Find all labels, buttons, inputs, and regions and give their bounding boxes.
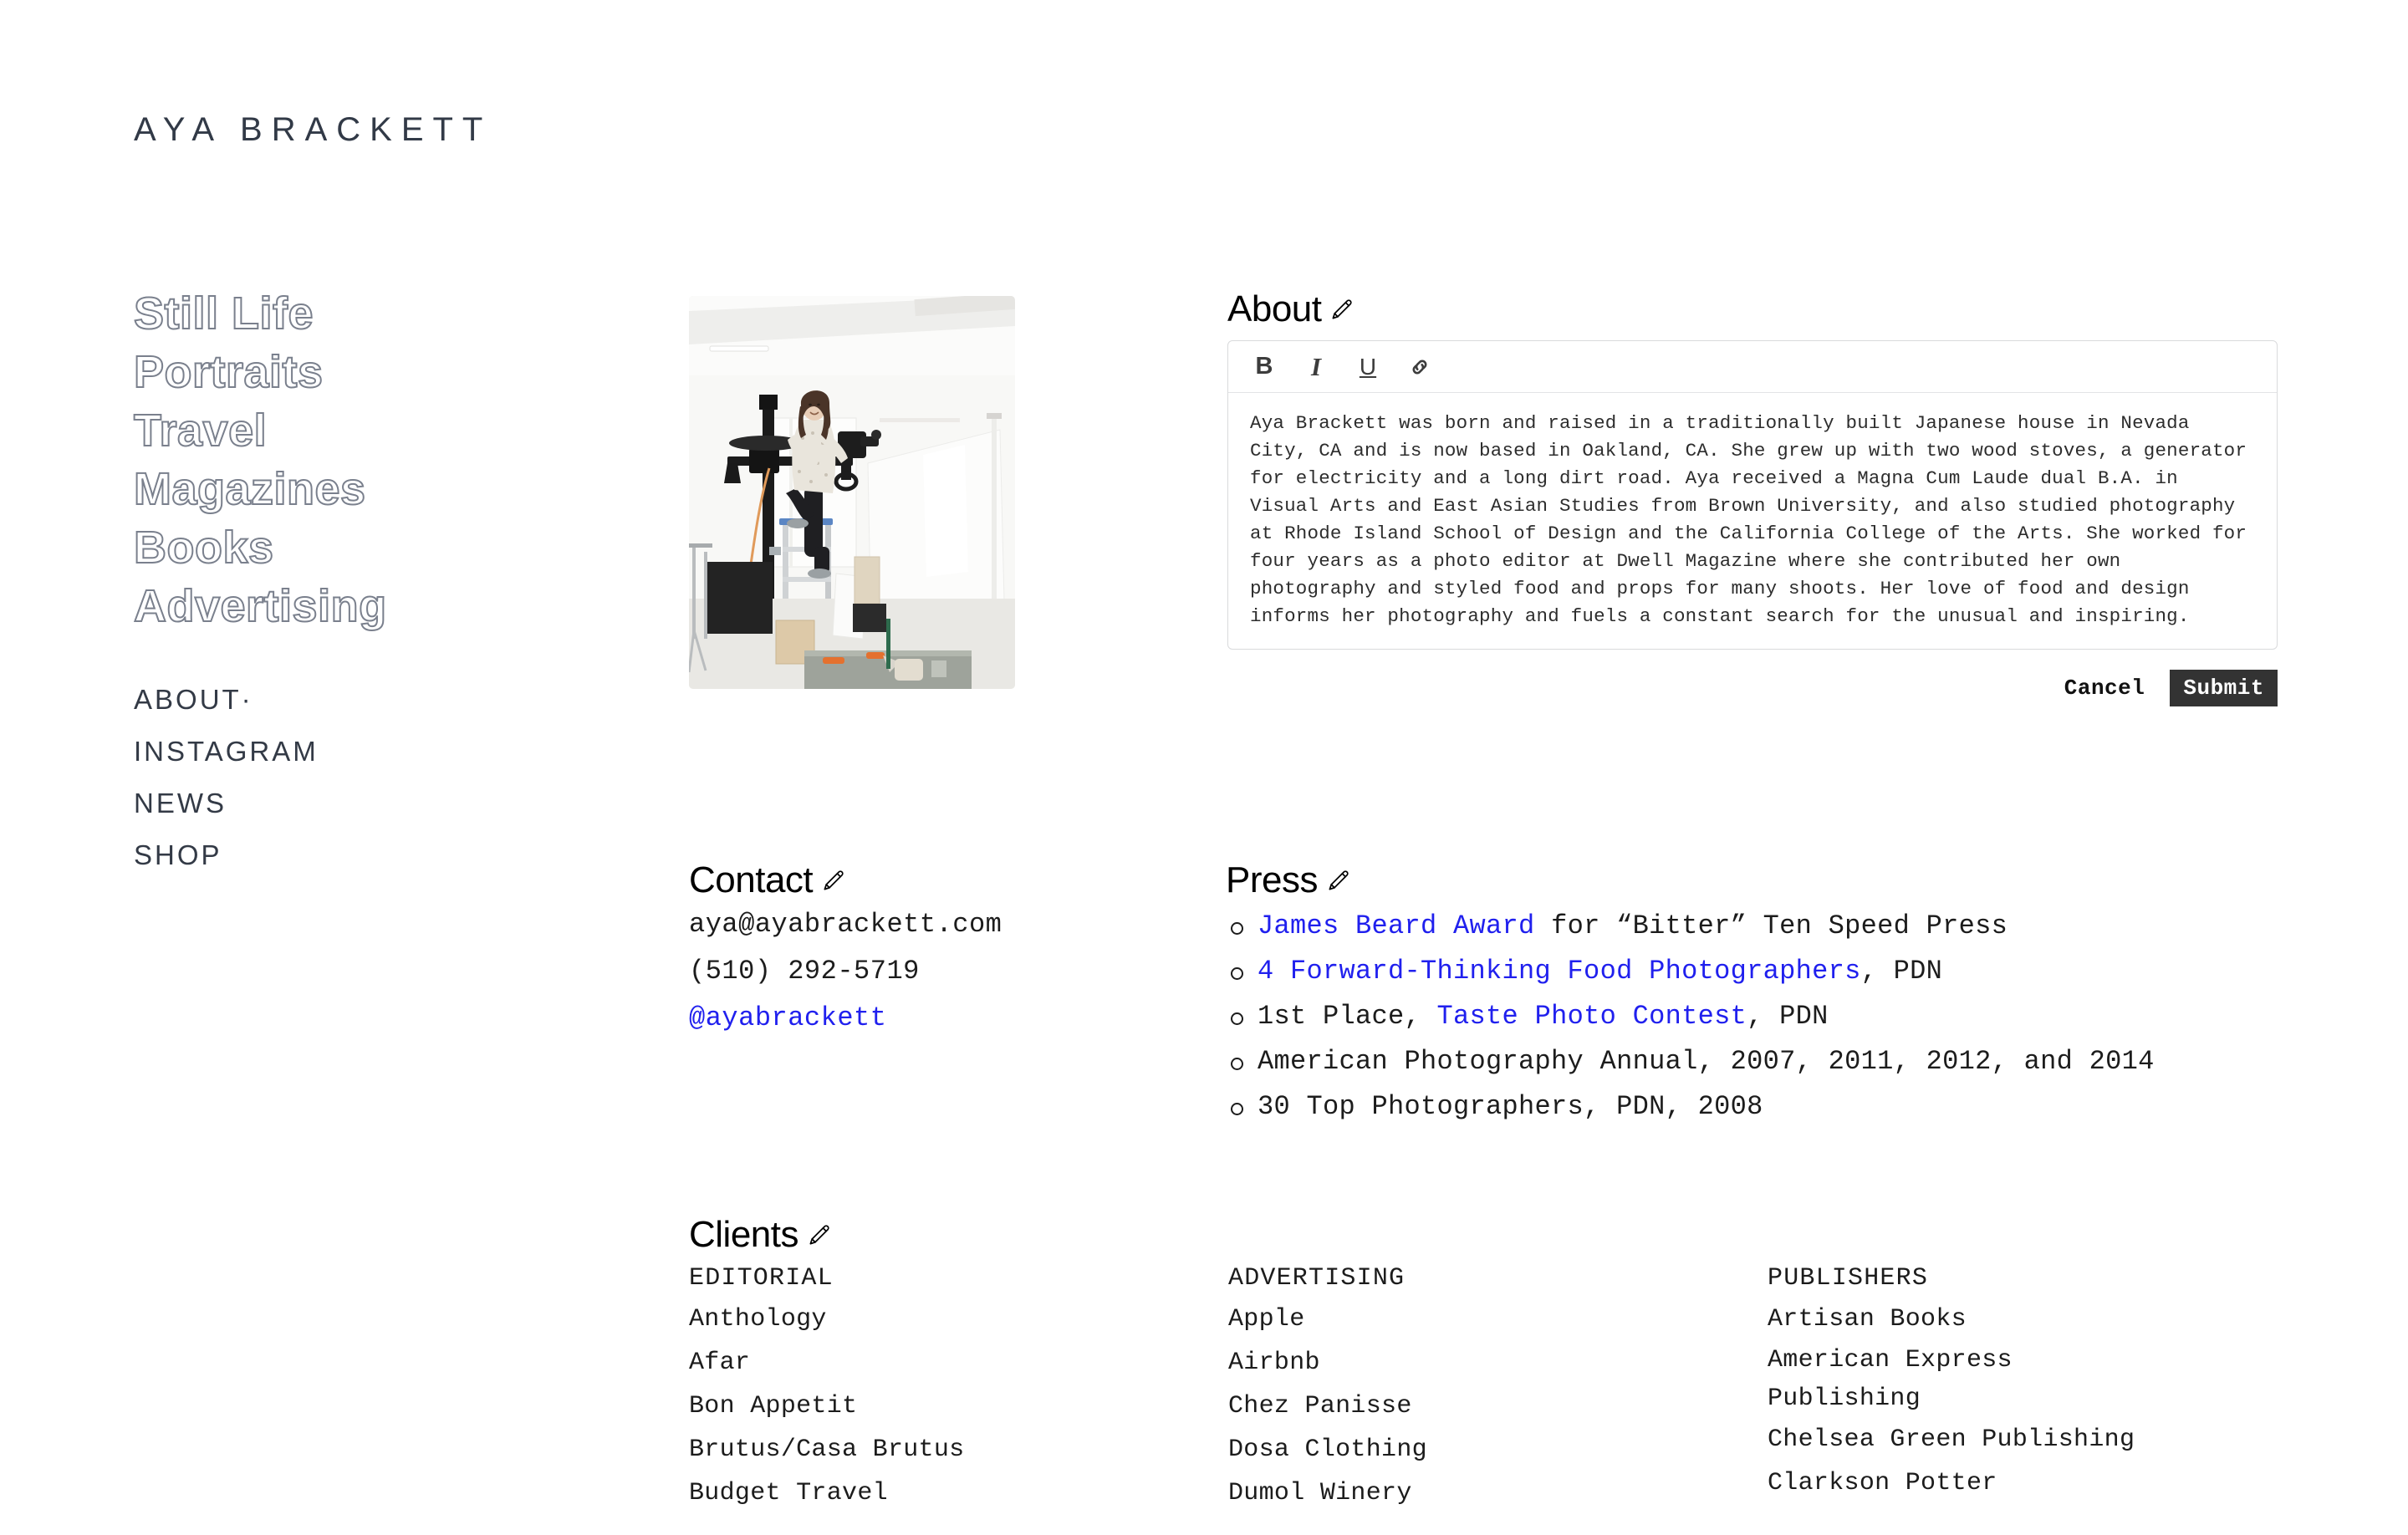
pencil-icon[interactable]	[821, 868, 846, 893]
studio-photo	[689, 296, 1015, 689]
press-prefix: 30 Top Photographers, PDN, 2008	[1258, 1091, 1763, 1122]
about-heading: About	[1227, 288, 2278, 330]
press-section: Press James Beard Award for “Bitter” Ten…	[1226, 859, 2313, 1127]
clients-heading-label: Clients	[689, 1214, 799, 1255]
underline-button[interactable]: U	[1354, 350, 1382, 384]
column-title: EDITORIAL	[689, 1264, 834, 1293]
press-heading: Press	[1226, 859, 2313, 901]
list-item: James Beard Award for “Bitter” Ten Speed…	[1226, 905, 2313, 946]
sidebar-item-still-life[interactable]: Still Life	[133, 284, 602, 343]
clients-heading: Clients	[689, 1214, 2361, 1256]
about-editor[interactable]: B I U Aya Brackett was born and raised i…	[1227, 340, 2278, 650]
secondary-nav: ABOUT· INSTAGRAM NEWS SHOP	[134, 674, 602, 881]
list-item: 1st Place, Taste Photo Contest, PDN	[1226, 996, 2313, 1037]
sidebar-item-advertising[interactable]: Advertising	[133, 577, 602, 635]
nav-item-instagram[interactable]: INSTAGRAM	[134, 726, 602, 778]
italic-button[interactable]: I	[1302, 350, 1330, 384]
about-section: About B I U Aya Brackett was born and ra…	[1227, 288, 2278, 706]
press-prefix: American Photography Annual, 2007, 2011,…	[1258, 1046, 2155, 1077]
press-suffix: , PDN	[1860, 956, 1943, 987]
client-name: Clarkson Potter	[1768, 1469, 1997, 1497]
client-name: Budget Travel	[689, 1479, 888, 1507]
about-heading-label: About	[1227, 288, 1322, 329]
client-name: Afar	[689, 1349, 751, 1377]
press-list: James Beard Award for “Bitter” Ten Speed…	[1226, 905, 2313, 1127]
contact-heading-label: Contact	[689, 859, 814, 900]
submit-button[interactable]: Submit	[2170, 670, 2278, 706]
clients-section: Clients EDITORIAL Anthology Afar Bon App…	[689, 1214, 2361, 1535]
nav-item-about[interactable]: ABOUT·	[134, 674, 602, 726]
contact-heading: Contact	[689, 859, 1191, 901]
about-text[interactable]: Aya Brackett was born and raised in a tr…	[1250, 410, 2255, 630]
sidebar-item-books[interactable]: Books	[133, 518, 602, 577]
press-link[interactable]: James Beard Award	[1258, 910, 1535, 941]
sidebar-item-magazines[interactable]: Magazines	[133, 460, 602, 518]
nav-item-shop[interactable]: SHOP	[134, 829, 602, 881]
studio-photo-graphic	[689, 296, 1015, 689]
contact-phone[interactable]: (510) 292-5719	[689, 948, 1191, 995]
contact-email[interactable]: aya@ayabrackett.com	[689, 901, 1191, 948]
site-title: AYA BRACKETT	[134, 111, 492, 148]
client-name: Brutus/Casa Brutus	[689, 1436, 965, 1464]
pencil-icon[interactable]	[1329, 297, 1354, 322]
clients-column-editorial: EDITORIAL Anthology Afar Bon Appetit Bru…	[689, 1259, 1207, 1515]
pencil-icon[interactable]	[1326, 868, 1351, 893]
about-editor-body[interactable]: Aya Brackett was born and raised in a tr…	[1228, 393, 2277, 649]
contact-section: Contact aya@ayabrackett.com (510) 292-57…	[689, 859, 1191, 1042]
press-prefix: 1st Place,	[1258, 1001, 1437, 1032]
client-name: Dosa Clothing	[1228, 1436, 1427, 1464]
client-name: Bon Appetit	[689, 1392, 858, 1420]
list-item: American Photography Annual, 2007, 2011,…	[1226, 1041, 2313, 1082]
press-suffix: , PDN	[1747, 1001, 1829, 1032]
nav-item-news[interactable]: NEWS	[134, 778, 602, 829]
client-name: Chelsea Green Publishing	[1768, 1425, 2135, 1454]
clients-column-advertising: ADVERTISING Apple Airbnb Chez Panisse Do…	[1228, 1259, 1747, 1515]
press-link[interactable]: 4 Forward-Thinking Food Photographers	[1258, 956, 1861, 987]
sidebar-item-portraits[interactable]: Portraits	[133, 343, 602, 401]
client-name: Anthology	[689, 1305, 827, 1334]
client-name: Artisan Books	[1768, 1305, 1967, 1334]
instagram-link[interactable]: @ayabrackett	[689, 1002, 886, 1033]
press-heading-label: Press	[1226, 859, 1318, 900]
press-link[interactable]: Taste Photo Contest	[1437, 1001, 1747, 1032]
cancel-button[interactable]: Cancel	[2063, 672, 2147, 704]
about-actions: Cancel Submit	[1227, 670, 2278, 706]
list-item: 30 Top Photographers, PDN, 2008	[1226, 1086, 2313, 1127]
client-name: American Express Publishing	[1768, 1346, 2013, 1413]
list-item: 4 Forward-Thinking Food Photographers, P…	[1226, 951, 2313, 992]
client-name: Chez Panisse	[1228, 1392, 1412, 1420]
press-suffix: for “Bitter” Ten Speed Press	[1534, 910, 2008, 941]
category-nav: Still Life Portraits Travel Magazines Bo…	[133, 284, 602, 635]
clients-columns: EDITORIAL Anthology Afar Bon Appetit Bru…	[689, 1259, 2361, 1535]
editor-toolbar: B I U	[1228, 341, 2277, 393]
bold-button[interactable]: B	[1250, 350, 1278, 384]
sidebar-item-travel[interactable]: Travel	[133, 401, 602, 460]
column-title: PUBLISHERS	[1768, 1264, 1929, 1293]
link-icon[interactable]	[1406, 350, 1434, 384]
pencil-icon[interactable]	[807, 1222, 832, 1247]
client-name: Dumol Winery	[1228, 1479, 1412, 1507]
client-name: Apple	[1228, 1305, 1305, 1334]
column-title: ADVERTISING	[1228, 1264, 1406, 1293]
clients-column-publishers: PUBLISHERS Artisan Books American Expres…	[1768, 1259, 2336, 1505]
sidebar: Still Life Portraits Travel Magazines Bo…	[133, 284, 602, 881]
contact-instagram: @ayabrackett	[689, 995, 1191, 1042]
client-name: Airbnb	[1228, 1349, 1320, 1377]
